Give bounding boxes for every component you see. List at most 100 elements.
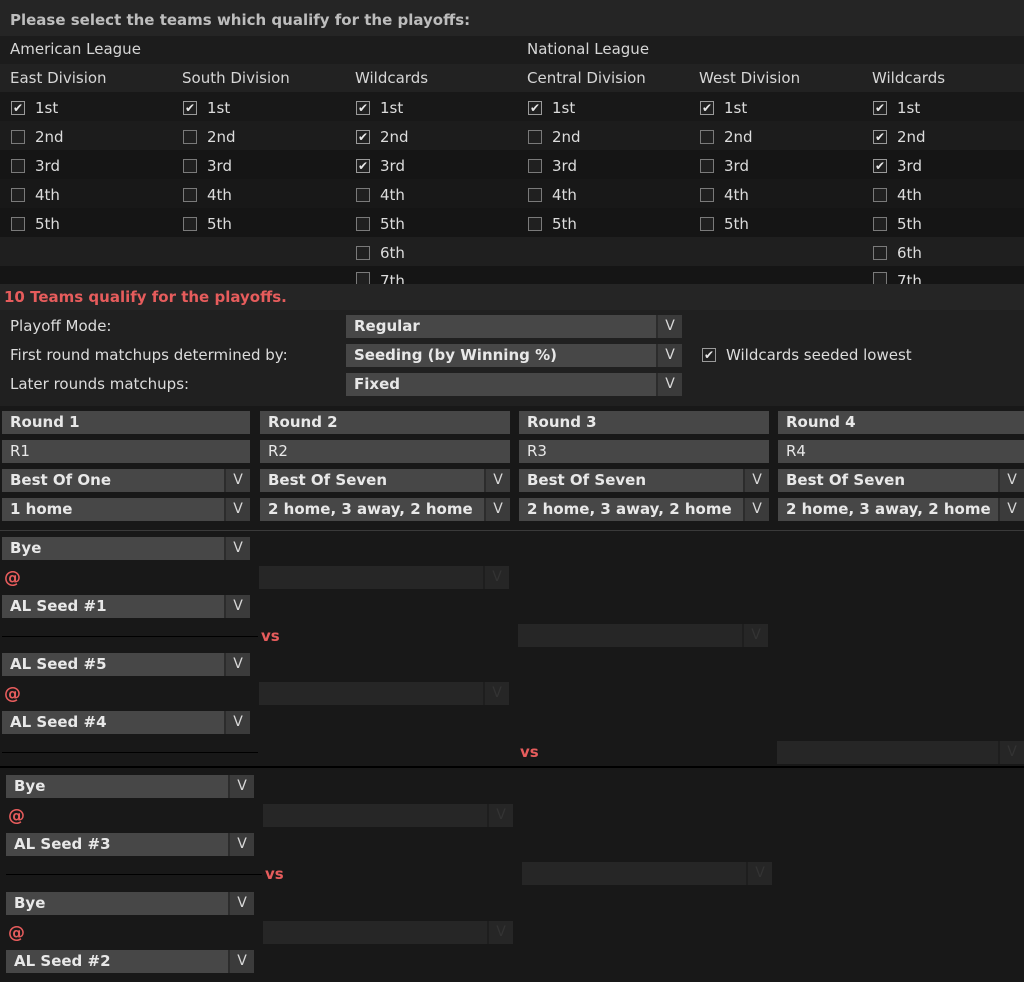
home-away-format-dropdown[interactable]: 2 home, 3 away, 2 home V	[778, 498, 1024, 521]
winner-value	[259, 682, 483, 705]
chevron-down-icon: V	[998, 469, 1024, 492]
seed-checkbox[interactable]: 5th	[11, 214, 60, 234]
seed-dropdown[interactable]: AL Seed #3 V	[6, 833, 254, 856]
home-away-format-dropdown[interactable]: 2 home, 3 away, 2 home V	[519, 498, 769, 521]
first-round-dropdown[interactable]: Seeding (by Winning %) V	[346, 344, 682, 367]
chevron-down-icon: V	[224, 653, 250, 676]
seed-checkbox[interactable]: 4th	[11, 185, 60, 205]
vs-label: vs	[265, 865, 284, 883]
seed-checkbox[interactable]: 4th	[700, 185, 749, 205]
checkbox-checked-icon: ✔	[873, 159, 887, 173]
checkbox-icon	[700, 188, 714, 202]
seed-checkbox[interactable]: 5th	[700, 214, 749, 234]
winner-slot: V	[263, 804, 513, 827]
bracket-line	[6, 874, 262, 875]
home-away-format-dropdown[interactable]: 1 home V	[2, 498, 250, 521]
checkbox-label: 7th	[897, 272, 922, 284]
chevron-down-icon: V	[228, 833, 254, 856]
at-symbol: @	[4, 568, 21, 588]
seed-checkbox[interactable]: ✔ 2nd	[356, 127, 409, 147]
national-league-title: National League	[527, 40, 650, 58]
seed-checkbox[interactable]: 4th	[873, 185, 922, 205]
vs-label: vs	[261, 627, 280, 645]
checkbox-label: 4th	[552, 186, 577, 204]
round-abbr-field[interactable]: R3	[519, 440, 769, 463]
seed-checkbox[interactable]: ✔ 1st	[11, 98, 58, 118]
checkbox-label: 4th	[897, 186, 922, 204]
wildcards-seeded-lowest-toggle[interactable]: ✔ Wildcards seeded lowest	[702, 345, 912, 365]
seed-checkbox[interactable]: 2nd	[528, 127, 581, 147]
series-length-dropdown[interactable]: Best Of One V	[2, 469, 250, 492]
chevron-down-icon: V	[743, 469, 769, 492]
checkbox-label: 5th	[724, 215, 749, 233]
seed-dropdown[interactable]: AL Seed #5 V	[2, 653, 250, 676]
seed-value: Bye	[14, 894, 46, 912]
seed-checkbox[interactable]: 2nd	[11, 127, 64, 147]
checkbox-icon	[11, 217, 25, 231]
checkbox-icon	[873, 217, 887, 231]
seed-checkbox[interactable]: 4th	[528, 185, 577, 205]
round-abbr-field[interactable]: R1	[2, 440, 250, 463]
seed-checkbox[interactable]: ✔ 1st	[873, 98, 920, 118]
seed-checkbox[interactable]: 3rd	[528, 156, 577, 176]
series-length-dropdown-value: Best Of Seven	[786, 471, 906, 489]
seed-checkbox[interactable]: ✔ 3rd	[873, 156, 922, 176]
chevron-down-icon: V	[487, 921, 513, 944]
series-length-dropdown[interactable]: Best Of Seven V	[778, 469, 1024, 492]
checkbox-label: 5th	[380, 215, 405, 233]
qualify-summary: 10 Teams qualify for the playoffs.	[4, 288, 287, 306]
checkbox-label: 3rd	[897, 157, 922, 175]
seed-checkbox[interactable]: 5th	[356, 214, 405, 234]
seed-dropdown[interactable]: AL Seed #4 V	[2, 711, 250, 734]
checkbox-icon	[11, 130, 25, 144]
seed-checkbox[interactable]: 5th	[528, 214, 577, 234]
checkbox-label: 1st	[552, 99, 576, 117]
seed-checkbox[interactable]: 4th	[183, 185, 232, 205]
seed-checkbox[interactable]: 4th	[356, 185, 405, 205]
seed-checkbox[interactable]: 6th	[873, 243, 922, 263]
seed-dropdown[interactable]: Bye V	[6, 775, 254, 798]
seed-checkbox[interactable]: 2nd	[700, 127, 753, 147]
seed-checkbox[interactable]: ✔ 3rd	[356, 156, 405, 176]
series-length-dropdown[interactable]: Best Of Seven V	[260, 469, 510, 492]
later-rounds-dropdown[interactable]: Fixed V	[346, 373, 682, 396]
chevron-down-icon: V	[656, 344, 682, 367]
seed-checkbox[interactable]: 7th	[873, 272, 922, 284]
series-length-dropdown[interactable]: Best Of Seven V	[519, 469, 769, 492]
seed-dropdown[interactable]: Bye V	[6, 892, 254, 915]
chevron-down-icon: V	[484, 469, 510, 492]
division-title: West Division	[699, 69, 801, 87]
seed-checkbox[interactable]: 3rd	[183, 156, 232, 176]
round-abbr-field[interactable]: R4	[778, 440, 1024, 463]
home-away-format-dropdown[interactable]: 2 home, 3 away, 2 home V	[260, 498, 510, 521]
round-abbr-field[interactable]: R2	[260, 440, 510, 463]
seed-dropdown[interactable]: Bye V	[2, 537, 250, 560]
playoff-mode-value: Regular	[354, 317, 420, 335]
seed-value: AL Seed #1	[10, 597, 107, 615]
wildcards-seeded-lowest-label: Wildcards seeded lowest	[726, 346, 912, 364]
seed-checkbox[interactable]: 5th	[183, 214, 232, 234]
seed-checkbox[interactable]: ✔ 1st	[700, 98, 747, 118]
seed-checkbox[interactable]: ✔ 1st	[356, 98, 403, 118]
seed-checkbox[interactable]: ✔ 2nd	[873, 127, 926, 147]
seed-checkbox[interactable]: 3rd	[11, 156, 60, 176]
checkbox-label: 4th	[207, 186, 232, 204]
winner-value	[259, 566, 483, 589]
seed-checkbox[interactable]: 5th	[873, 214, 922, 234]
seed-checkbox[interactable]: ✔ 1st	[528, 98, 575, 118]
checkbox-icon	[873, 188, 887, 202]
seed-checkbox[interactable]: ✔ 1st	[183, 98, 230, 118]
playoff-mode-dropdown[interactable]: Regular V	[346, 315, 682, 338]
chevron-down-icon: V	[224, 537, 250, 560]
seed-dropdown[interactable]: AL Seed #2 V	[6, 950, 254, 973]
seed-checkbox[interactable]: 2nd	[183, 127, 236, 147]
checkbox-icon	[356, 272, 370, 284]
division-title: East Division	[10, 69, 107, 87]
stripe	[0, 121, 1024, 150]
seed-checkbox[interactable]: 6th	[356, 243, 405, 263]
chevron-down-icon: V	[487, 804, 513, 827]
seed-checkbox[interactable]: 3rd	[700, 156, 749, 176]
seed-dropdown[interactable]: AL Seed #1 V	[2, 595, 250, 618]
checkbox-label: 6th	[897, 244, 922, 262]
seed-checkbox[interactable]: 7th	[356, 272, 405, 284]
